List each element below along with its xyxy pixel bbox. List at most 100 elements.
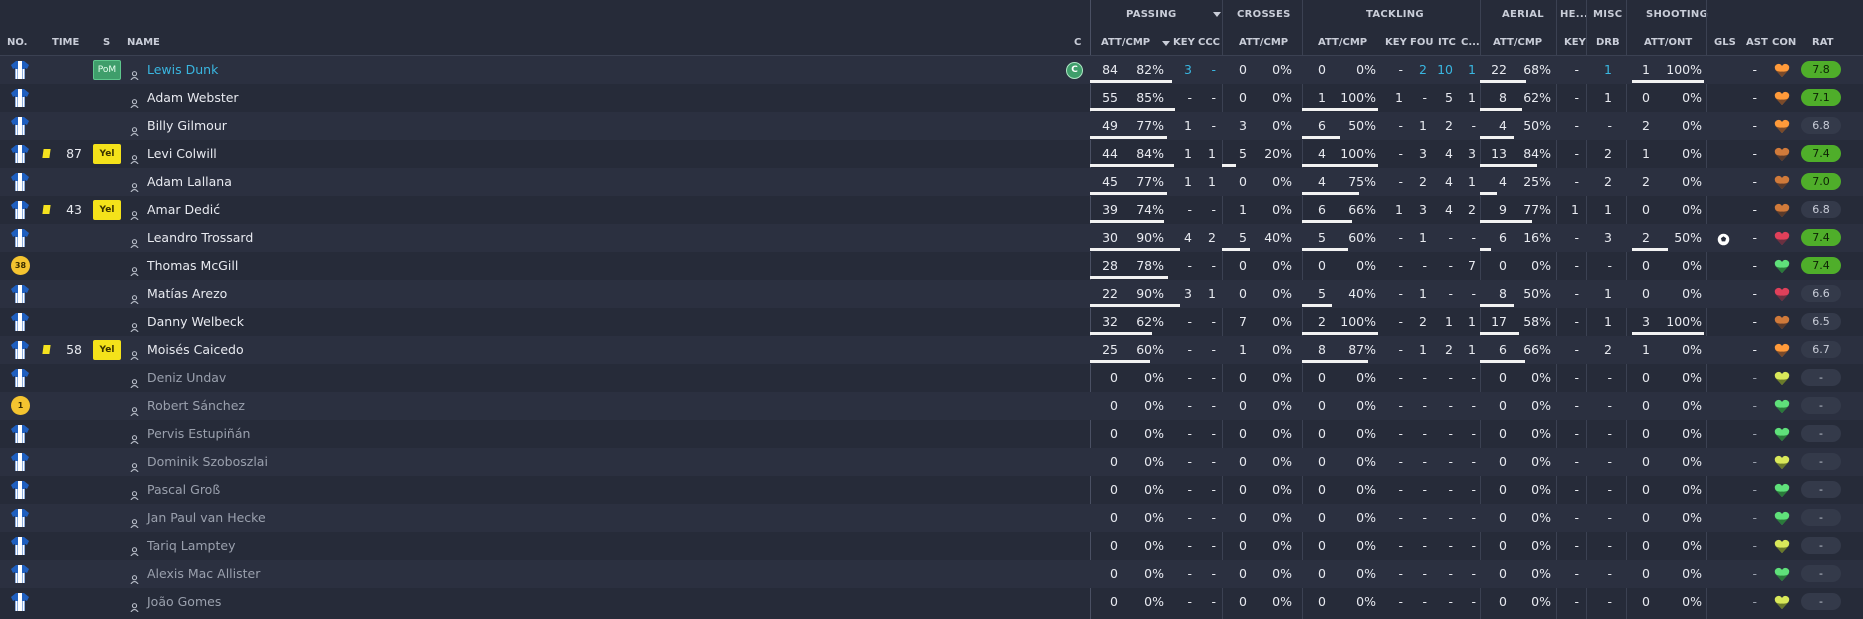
key-passes: - [1187,398,1192,413]
cross-cmp: 0% [1272,286,1292,301]
tack-cmp: 0% [1356,370,1376,385]
c2-value: - [1471,510,1476,525]
table-row[interactable]: 38 Thomas McGill 28 78% - -0 0% 0 0% - - -7 0 0% - -0 0%… [0,252,1863,280]
tack-key: - [1398,258,1403,273]
player-name-link[interactable]: Lewis Dunk [147,56,407,84]
col-con[interactable]: CON [1772,37,1796,48]
drb-value: - [1607,566,1612,581]
head-key: - [1574,398,1579,413]
table-row[interactable]: Dominik Szoboszlai 0 0% - - 0 0% 0 0% - - - - 0 0% - - 0 0… [0,448,1863,476]
person-icon [130,569,139,585]
player-name-link[interactable]: Danny Welbeck [147,308,407,336]
col-name[interactable]: NAME [127,37,160,48]
rating-badge: - [1801,369,1841,386]
player-name-link[interactable]: Levi Colwill [147,140,407,168]
table-row[interactable]: Matías Arezo 22 90% 3 1 0 0% 5 40% -1- -8 50% -1 0 0% -… [0,280,1863,308]
player-name-link[interactable]: Moisés Caicedo [147,336,407,364]
pass-bar [1090,192,1167,195]
drb-value: - [1607,482,1612,497]
col-pass-attcmp[interactable]: ATT/CMP [1101,37,1150,48]
player-name-link[interactable]: João Gomes [147,588,407,616]
table-row[interactable]: João Gomes 0 0% - - 0 0% 0 0% - - - - 0 0% - - 0 0% - - [0,588,1863,616]
col-fou[interactable]: FOU [1410,37,1433,48]
ast-value: - [1752,62,1757,77]
table-row[interactable]: Pascal Groß 0 0% - - 0 0% 0 0% - - - - 0 0% - - 0 0% - - [0,476,1863,504]
c2-value: 7 [1468,258,1476,273]
col-c2[interactable]: C... [1461,37,1480,48]
player-name-link[interactable]: Thomas McGill [147,252,407,280]
col-shot-attont[interactable]: ATT/ONT [1644,37,1692,48]
status-badge: PoM [93,60,121,80]
table-row[interactable]: 87 Yel Levi Colwill 44 84% 1 1 5 20% 4 100% -3 4 3 13 8… [0,140,1863,168]
col-time[interactable]: TIME [52,37,79,48]
table-row[interactable]: 1 Robert Sánchez 0 0% - - 0 0% 0 0% - - - - 0 0% - - 0 0% - - [0,392,1863,420]
player-name-link[interactable]: Leandro Trossard [147,224,407,252]
table-row[interactable]: Billy Gilmour 49 77% 1-3 0% 6 50% -1 2-4 50% - -2 0%… [0,112,1863,140]
sort-down-icon[interactable] [1213,12,1221,17]
player-name-link[interactable]: Billy Gilmour [147,112,407,140]
player-name-link[interactable]: Matías Arezo [147,280,407,308]
aer-cmp: 0% [1531,370,1551,385]
drb-value: - [1607,118,1612,133]
aer-att: 0 [1499,510,1507,525]
sort-arrow-icon[interactable] [1162,41,1170,46]
col-aer-attcmp[interactable]: ATT/CMP [1493,37,1542,48]
table-row[interactable]: Adam Webster 55 85% - -0 0% 1 100% 1-5 1 8 62% -1 0 0%… [0,84,1863,112]
col-tack-key[interactable]: KEY [1385,37,1407,48]
player-name-link[interactable]: Tariq Lamptey [147,532,407,560]
table-row[interactable]: Danny Welbeck 32 62% - -7 0% 2 100% -2 1 1 17 58% -1 3… [0,308,1863,336]
col-head-key[interactable]: KEY [1564,37,1586,48]
col-status[interactable]: S [103,37,110,48]
table-row[interactable]: Jan Paul van Hecke 0 0% - - 0 0% 0 0% - - - - 0 0% - - 0 0… [0,504,1863,532]
aer-bar [1480,248,1491,251]
player-name-link[interactable]: Alexis Mac Allister [147,560,407,588]
group-misc: MISC [1593,9,1623,20]
rating-badge: - [1801,509,1841,526]
aer-att: 0 [1499,258,1507,273]
table-row[interactable]: Alexis Mac Allister 0 0% - - 0 0% 0 0% - - - - 0 0% - - 0… [0,560,1863,588]
shot-ont: 0% [1682,398,1702,413]
player-name-link[interactable]: Adam Lallana [147,168,407,196]
col-key[interactable]: KEY [1173,37,1195,48]
aer-cmp: 0% [1531,398,1551,413]
key-passes: - [1187,370,1192,385]
tack-att: 0 [1318,62,1326,77]
condition-heart-icon [1774,595,1790,610]
player-name-link[interactable]: Deniz Undav [147,364,407,392]
col-cross-attcmp[interactable]: ATT/CMP [1239,37,1288,48]
table-row[interactable]: Tariq Lamptey 0 0% - - 0 0% 0 0% - - - - 0 0% - - 0 0% - - [0,532,1863,560]
table-row[interactable]: Pervis Estupiñán 0 0% - - 0 0% 0 0% - - - - 0 0% - - 0 0% -… [0,420,1863,448]
condition-heart-icon [1774,483,1790,498]
player-name-link[interactable]: Robert Sánchez [147,392,407,420]
rating-badge: 6.5 [1801,313,1841,330]
player-name-link[interactable]: Amar Dedić [147,196,407,224]
fou-value: - [1422,258,1427,273]
player-name-link[interactable]: Pervis Estupiñán [147,420,407,448]
table-row[interactable]: Deniz Undav 0 0% - - 0 0% 0 0% - - - - 0 0% - - 0 0% - - [0,364,1863,392]
player-name-link[interactable]: Pascal Groß [147,476,407,504]
player-name-link[interactable]: Jan Paul van Hecke [147,504,407,532]
table-row[interactable]: Adam Lallana 45 77% 1 1 0 0% 4 75% -2 4 1 4 25% -2 2 0% -… [0,168,1863,196]
table-row[interactable]: Leandro Trossard 30 90% 4 2 5 40% 5 60% -1- -6 16% -… [0,224,1863,252]
drb-value: 3 [1604,230,1612,245]
col-ast[interactable]: AST [1746,37,1768,48]
col-captain[interactable]: C [1074,37,1081,48]
col-gls[interactable]: GLS [1714,37,1736,48]
head-key: - [1574,454,1579,469]
player-name-link[interactable]: Adam Webster [147,84,407,112]
col-rat[interactable]: RAT [1812,37,1833,48]
col-itc[interactable]: ITC [1438,37,1456,48]
fou-value: 3 [1419,146,1427,161]
col-no[interactable]: NO. [7,37,27,48]
rating-badge: 7.4 [1801,145,1841,162]
col-ccc[interactable]: CCC [1198,37,1220,48]
cross-att: 0 [1239,90,1247,105]
table-row[interactable]: PoM Lewis Dunk C 84 82% 3-0 0% 0 0% -2 10 1 22 68% -1 1… [0,56,1863,84]
table-row[interactable]: 43 Yel Amar Dedić 39 74% - -1 0% 6 66% 1 3 4 2 9 77% 1 1 0… [0,196,1863,224]
table-row[interactable]: 58 Yel Moisés Caicedo 25 60% - -1 0% 8 87% -1 2 1 6 66… [0,336,1863,364]
shot-att: 0 [1642,482,1650,497]
fou-value: 1 [1419,342,1427,357]
col-drb[interactable]: DRB [1596,37,1620,48]
col-tack-attcmp[interactable]: ATT/CMP [1318,37,1367,48]
player-name-link[interactable]: Dominik Szoboszlai [147,448,407,476]
